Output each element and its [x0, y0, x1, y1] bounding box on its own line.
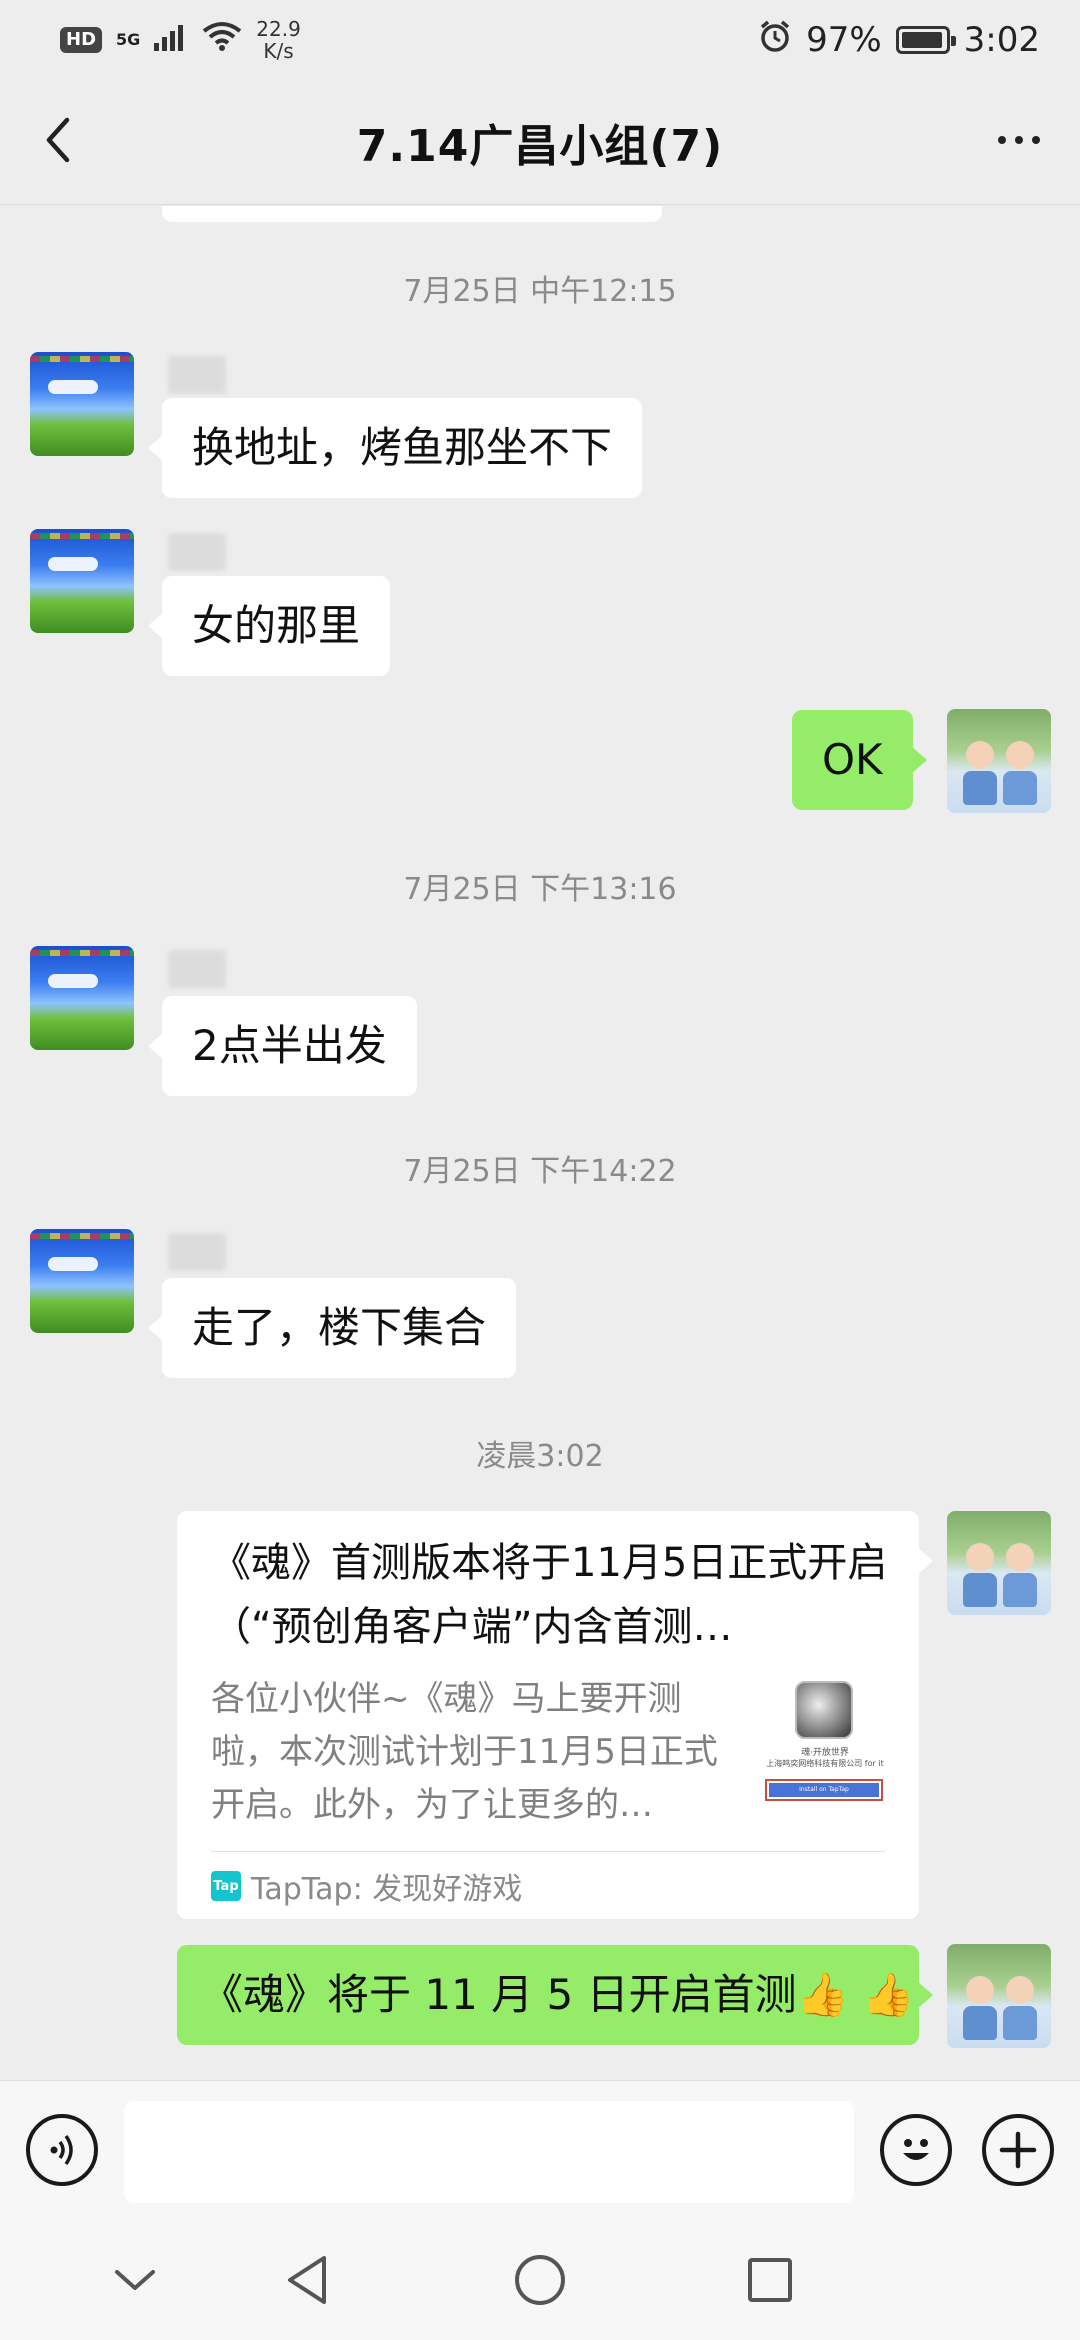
square-recent-icon	[748, 2258, 792, 2302]
more-dots-icon	[998, 136, 1006, 144]
speed-value: 22.9	[256, 17, 301, 41]
thumbnail-button: Install on TapTap	[765, 1779, 883, 1801]
chat-title: 7.14广昌小组(7)	[356, 121, 724, 172]
status-right: 97% 3:02	[758, 19, 1040, 62]
network-speed: 22.9 K/s	[256, 18, 301, 62]
timestamp: 凌晨3:02	[476, 1439, 604, 1474]
message-text: OK	[822, 735, 883, 784]
nav-recent-button[interactable]	[735, 2245, 805, 2315]
game-logo-icon	[795, 1681, 853, 1739]
battery-fill	[901, 32, 943, 48]
kid-figure	[963, 1543, 997, 1607]
nav-home-button[interactable]	[505, 2245, 575, 2315]
chat-header: 7.14广昌小组(7)	[0, 80, 1080, 205]
more-button[interactable]	[984, 110, 1054, 170]
wifi-icon	[202, 20, 242, 60]
chevron-down-icon	[115, 2270, 155, 2290]
message-bubble-self[interactable]: OK	[792, 710, 927, 810]
battery-percent: 97%	[806, 20, 882, 60]
more-dot	[1032, 136, 1040, 144]
kid-figure	[963, 741, 997, 805]
message-text: 《魂》将于 11 月 5 日开启首测👍 👍	[201, 1970, 915, 2019]
avatar[interactable]	[30, 352, 134, 456]
plus-button[interactable]	[982, 2114, 1054, 2186]
message-bubble-self[interactable]: 《魂》将于 11 月 5 日开启首测👍 👍	[177, 1945, 933, 2045]
nav-hide-button[interactable]	[100, 2245, 170, 2315]
link-card-source-text: TapTap: 发现好游戏	[251, 1872, 523, 1907]
input-bar	[0, 2080, 1080, 2220]
avatar-self[interactable]	[947, 1944, 1051, 2048]
partial-message-bubble	[162, 206, 662, 222]
link-card-source: Tap TapTap: 发现好游戏	[211, 1861, 522, 1911]
message-text: 走了，楼下集合	[192, 1303, 487, 1352]
network-type: 5G	[116, 32, 140, 48]
avatar[interactable]	[30, 529, 134, 633]
timestamp: 7月25日 下午14:22	[403, 1154, 677, 1189]
link-card-thumbnail: 魂·开放世界 上海鸣奕网络科技有限公司 for it Install on Ta…	[755, 1681, 895, 1831]
system-nav-bar	[0, 2220, 1080, 2340]
sender-name-blurred	[168, 950, 226, 988]
thumbnail-button-label: Install on TapTap	[769, 1783, 879, 1797]
message-input[interactable]	[124, 2101, 854, 2203]
back-button[interactable]	[28, 110, 88, 170]
status-left: HD 5G 22.9 K/s	[60, 18, 301, 62]
plus-icon	[999, 2131, 1037, 2169]
hd-badge: HD	[60, 27, 103, 53]
thumbnail-caption: 魂·开放世界	[801, 1748, 849, 1758]
network-label: 5G	[116, 30, 141, 49]
avatar[interactable]	[30, 946, 134, 1050]
more-dot	[1015, 136, 1023, 144]
voice-icon	[50, 2134, 73, 2166]
emoji-icon	[903, 2139, 929, 2160]
nav-back-button[interactable]	[273, 2245, 343, 2315]
sender-name-blurred	[168, 533, 226, 571]
message-bubble[interactable]: 2点半出发	[148, 996, 417, 1096]
clock: 3:02	[963, 20, 1040, 60]
timestamp: 7月25日 中午12:15	[403, 274, 677, 309]
message-bubble[interactable]: 换地址，烤鱼那坐不下	[147, 398, 643, 498]
message-bubble[interactable]: 走了，楼下集合	[147, 1278, 517, 1378]
message-bubble[interactable]: 女的那里	[147, 576, 391, 676]
avatar-self[interactable]	[947, 1511, 1051, 1615]
link-card-description: 各位小伙伴~《魂》马上要开测啦，本次测试计划于11月5日正式开启。此外，为了让更…	[211, 1679, 718, 1825]
status-bar: HD 5G 22.9 K/s 97% 3:02	[0, 0, 1080, 80]
link-card-divider	[211, 1851, 885, 1852]
emoji-button[interactable]	[880, 2114, 952, 2186]
battery-icon	[895, 26, 956, 54]
message-text: 换地址，烤鱼那坐不下	[192, 423, 613, 472]
sender-name-blurred	[168, 1233, 226, 1271]
sender-name-blurred	[168, 356, 226, 394]
thumbnail-publisher: 上海鸣奕网络科技有限公司 for it	[766, 1759, 884, 1768]
voice-button[interactable]	[26, 2114, 98, 2186]
timestamp: 7月25日 下午13:16	[403, 872, 677, 907]
taptap-icon: Tap	[211, 1871, 241, 1901]
avatar-self[interactable]	[947, 709, 1051, 813]
kid-figure	[1003, 1543, 1037, 1607]
kid-figure	[1003, 741, 1037, 805]
chevron-left-icon	[46, 117, 70, 163]
message-text: 2点半出发	[192, 1021, 387, 1070]
signal-icon	[154, 20, 188, 60]
alarm-icon	[758, 19, 792, 62]
avatar[interactable]	[30, 1229, 134, 1333]
kid-figure	[963, 1976, 997, 2040]
triangle-back-icon	[288, 2256, 326, 2304]
kid-figure	[1003, 1976, 1037, 2040]
speed-unit: K/s	[263, 39, 294, 63]
circle-home-icon	[515, 2255, 565, 2305]
chat-area[interactable]: 7月25日 中午12:15 换地址，烤鱼那坐不下 女的那里 OK 7月25日 下…	[0, 206, 1080, 2080]
link-card-title: 《魂》首测版本将于11月5日正式开启（“预创角客户端”内含首测…	[211, 1540, 888, 1650]
link-card[interactable]: 《魂》首测版本将于11月5日正式开启（“预创角客户端”内含首测… 各位小伙伴~《…	[177, 1511, 933, 1919]
message-text: 女的那里	[192, 601, 361, 650]
